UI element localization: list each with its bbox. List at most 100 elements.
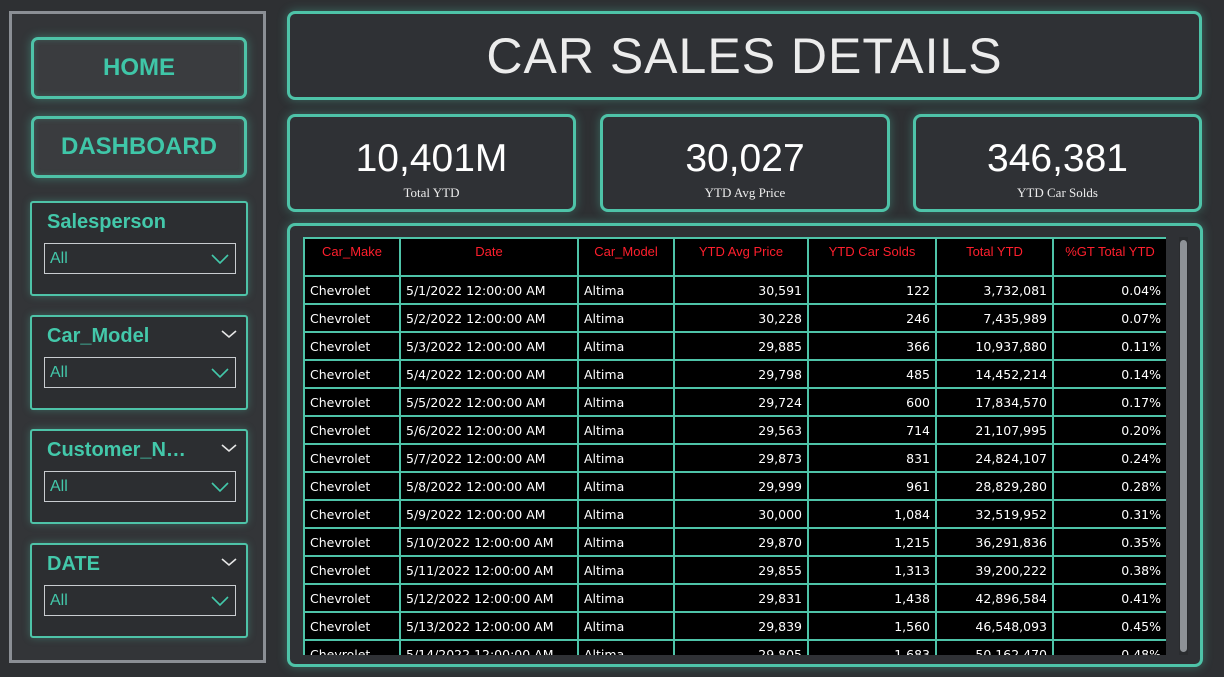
scrollbar-thumb[interactable]	[1180, 240, 1187, 652]
column-header-gt-total-ytd[interactable]: %GT Total YTD	[1052, 237, 1166, 277]
table-cell: Chevrolet	[303, 443, 401, 473]
table-cell: Chevrolet	[303, 471, 401, 501]
report-page: HOME DASHBOARD Salesperson All Car_Model…	[0, 0, 1224, 677]
table-row[interactable]: Chevrolet 5/14/2022 12:00:00 AM Altima 29,8…	[303, 639, 1166, 655]
slicer-title: Customer_N…	[47, 439, 186, 461]
table-row[interactable]: Chevrolet 5/9/2022 12:00:00 AM Altima 30,00…	[303, 499, 1166, 529]
chevron-down-icon[interactable]	[220, 327, 238, 341]
table-cell: 0.20%	[1052, 415, 1166, 445]
table-row[interactable]: Chevrolet 5/13/2022 12:00:00 AM Altima 29,8…	[303, 611, 1166, 641]
table-cell: Altima	[577, 359, 675, 389]
table-cell: 0.28%	[1052, 471, 1166, 501]
table-cell: Chevrolet	[303, 303, 401, 333]
table-cell: 600	[807, 387, 937, 417]
table-cell: 29,724	[673, 387, 809, 417]
table-row[interactable]: Chevrolet 5/4/2022 12:00:00 AM Altima 29,79…	[303, 359, 1166, 389]
table-cell: Altima	[577, 555, 675, 585]
table-row[interactable]: Chevrolet 5/12/2022 12:00:00 AM Altima 29,8…	[303, 583, 1166, 613]
column-header-car-model[interactable]: Car_Model	[577, 237, 675, 277]
table-cell: Chevrolet	[303, 331, 401, 361]
column-header-date[interactable]: Date	[399, 237, 579, 277]
table-cell: Chevrolet	[303, 387, 401, 417]
table-cell: Chevrolet	[303, 415, 401, 445]
table-cell: 0.11%	[1052, 331, 1166, 361]
kpi-card-ytd-avg-price: 30,027 YTD Avg Price	[600, 114, 890, 212]
table-row[interactable]: Chevrolet 5/11/2022 12:00:00 AM Altima 29,8…	[303, 555, 1166, 585]
table-cell: 246	[807, 303, 937, 333]
table-cell: 5/6/2022 12:00:00 AM	[399, 415, 579, 445]
column-header-total-ytd[interactable]: Total YTD	[935, 237, 1054, 277]
table-cell: 10,937,880	[935, 331, 1054, 361]
date-dropdown[interactable]: All	[44, 585, 236, 616]
column-header-car-make[interactable]: Car_Make	[303, 237, 401, 277]
table-cell: 0.31%	[1052, 499, 1166, 529]
table-row[interactable]: Chevrolet 5/2/2022 12:00:00 AM Altima 30,22…	[303, 303, 1166, 333]
table-cell: 5/7/2022 12:00:00 AM	[399, 443, 579, 473]
table-row[interactable]: Chevrolet 5/8/2022 12:00:00 AM Altima 29,99…	[303, 471, 1166, 501]
salesperson-dropdown[interactable]: All	[44, 243, 236, 274]
table-row[interactable]: Chevrolet 5/3/2022 12:00:00 AM Altima 29,88…	[303, 331, 1166, 361]
table-cell: 50,162,470	[935, 639, 1054, 655]
car-model-dropdown[interactable]: All	[44, 357, 236, 388]
kpi-value: 346,381	[987, 137, 1128, 180]
table-cell: 0.45%	[1052, 611, 1166, 641]
table-cell: 29,563	[673, 415, 809, 445]
home-button[interactable]: HOME	[31, 37, 247, 99]
table-cell: Chevrolet	[303, 499, 401, 529]
dropdown-value: All	[50, 478, 68, 495]
table-cell: 24,824,107	[935, 443, 1054, 473]
table-cell: 29,999	[673, 471, 809, 501]
table-cell: Altima	[577, 583, 675, 613]
table-cell: 0.24%	[1052, 443, 1166, 473]
table-viewport[interactable]: Car_Make Date Car_Model YTD Avg Price YT…	[303, 237, 1166, 655]
table-cell: Chevrolet	[303, 359, 401, 389]
table-cell: 5/8/2022 12:00:00 AM	[399, 471, 579, 501]
kpi-label: YTD Car Solds	[1017, 185, 1098, 200]
table-row[interactable]: Chevrolet 5/5/2022 12:00:00 AM Altima 29,72…	[303, 387, 1166, 417]
table-cell: 5/14/2022 12:00:00 AM	[399, 639, 579, 655]
dropdown-value: All	[50, 250, 68, 267]
table-cell: 30,228	[673, 303, 809, 333]
table-cell: 5/9/2022 12:00:00 AM	[399, 499, 579, 529]
table-cell: 5/10/2022 12:00:00 AM	[399, 527, 579, 557]
table-cell: 29,798	[673, 359, 809, 389]
table-cell: 1,215	[807, 527, 937, 557]
table-cell: 0.35%	[1052, 527, 1166, 557]
table-cell: Chevrolet	[303, 275, 401, 305]
customer-name-dropdown[interactable]: All	[44, 471, 236, 502]
table-cell: 5/2/2022 12:00:00 AM	[399, 303, 579, 333]
table-cell: Chevrolet	[303, 583, 401, 613]
chevron-down-icon[interactable]	[220, 555, 238, 569]
table-cell: 1,683	[807, 639, 937, 655]
chevron-down-icon[interactable]	[220, 441, 238, 455]
table-cell: Altima	[577, 331, 675, 361]
chevron-down-icon	[211, 368, 229, 379]
table-cell: Altima	[577, 527, 675, 557]
table-cell: 5/1/2022 12:00:00 AM	[399, 275, 579, 305]
dashboard-button[interactable]: DASHBOARD	[31, 116, 247, 178]
table-cell: 1,438	[807, 583, 937, 613]
column-header-ytd-car-solds[interactable]: YTD Car Solds	[807, 237, 937, 277]
slicer-title: DATE	[47, 553, 100, 575]
table-cell: 29,870	[673, 527, 809, 557]
kpi-card-total-ytd: 10,401M Total YTD	[287, 114, 576, 212]
slicer-customer-name: Customer_N… All	[30, 429, 248, 524]
table-cell: Altima	[577, 303, 675, 333]
vertical-scrollbar[interactable]	[1179, 237, 1188, 655]
table-cell: 5/13/2022 12:00:00 AM	[399, 611, 579, 641]
column-header-ytd-avg-price[interactable]: YTD Avg Price	[673, 237, 809, 277]
table-row[interactable]: Chevrolet 5/1/2022 12:00:00 AM Altima 30,59…	[303, 275, 1166, 305]
table-cell: 5/4/2022 12:00:00 AM	[399, 359, 579, 389]
dropdown-value: All	[50, 364, 68, 381]
table-cell: 122	[807, 275, 937, 305]
table-cell: Altima	[577, 415, 675, 445]
table-row[interactable]: Chevrolet 5/7/2022 12:00:00 AM Altima 29,87…	[303, 443, 1166, 473]
table-cell: Altima	[577, 639, 675, 655]
table-row[interactable]: Chevrolet 5/10/2022 12:00:00 AM Altima 29,8…	[303, 527, 1166, 557]
table-cell: 32,519,952	[935, 499, 1054, 529]
table-cell: 14,452,214	[935, 359, 1054, 389]
slicer-date: DATE All	[30, 543, 248, 638]
table-cell: 0.38%	[1052, 555, 1166, 585]
table-row[interactable]: Chevrolet 5/6/2022 12:00:00 AM Altima 29,56…	[303, 415, 1166, 445]
table-cell: 36,291,836	[935, 527, 1054, 557]
